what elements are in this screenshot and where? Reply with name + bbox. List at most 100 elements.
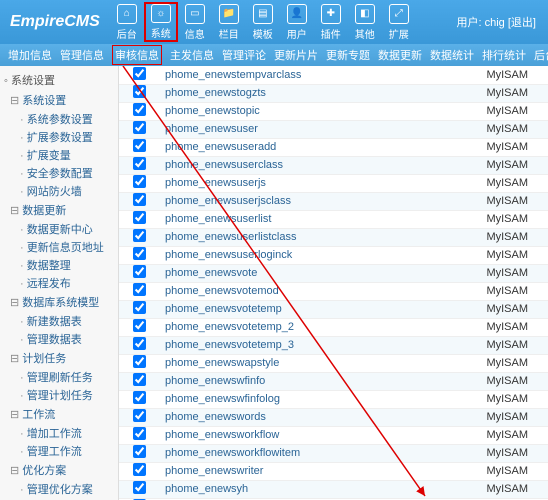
subbar-item-4[interactable]: 管理评论: [222, 47, 266, 63]
row-checkbox[interactable]: [133, 301, 146, 314]
subbar-item-3[interactable]: 主发信息: [170, 47, 214, 63]
row-checkbox[interactable]: [133, 247, 146, 260]
topnav-other[interactable]: ◧其他: [348, 2, 382, 42]
engine-cell: MyISAM: [442, 300, 548, 318]
row-checkbox[interactable]: [133, 211, 146, 224]
row-checkbox[interactable]: [133, 121, 146, 134]
row-checkbox[interactable]: [133, 175, 146, 188]
table-name-cell[interactable]: phome_enewsvotetemp_2: [159, 318, 442, 336]
table-name-cell[interactable]: phome_enewsvotetemp: [159, 300, 442, 318]
table-name-cell[interactable]: phome_enewsworkflow: [159, 426, 442, 444]
row-checkbox[interactable]: [133, 463, 146, 476]
table-name-cell[interactable]: phome_enewswfinfolog: [159, 390, 442, 408]
tree-item-1-2[interactable]: 数据整理: [0, 256, 118, 274]
tree-item-0-1[interactable]: 扩展参数设置: [0, 128, 118, 146]
subbar-item-6[interactable]: 更新专题: [326, 47, 370, 63]
topnav-extend[interactable]: ⤢扩展: [382, 2, 416, 42]
logout-link[interactable]: [退出]: [508, 17, 536, 29]
row-checkbox[interactable]: [133, 373, 146, 386]
row-checkbox[interactable]: [133, 409, 146, 422]
topnav-info[interactable]: ▭信息: [178, 2, 212, 42]
table-name-cell[interactable]: phome_enewswriter: [159, 462, 442, 480]
row-checkbox[interactable]: [133, 355, 146, 368]
row-checkbox[interactable]: [133, 265, 146, 278]
tree-item-2-0[interactable]: 新建数据表: [0, 312, 118, 330]
subbar-item-0[interactable]: 增加信息: [8, 47, 52, 63]
table-name-cell[interactable]: phome_enewsvotemod: [159, 282, 442, 300]
table-name-cell[interactable]: phome_enewstempvarclass: [159, 66, 442, 84]
row-checkbox[interactable]: [133, 391, 146, 404]
subbar-item-7[interactable]: 数据更新: [378, 47, 422, 63]
table-name-cell[interactable]: phome_enewswapstyle: [159, 354, 442, 372]
tree-item-2-1[interactable]: 管理数据表: [0, 330, 118, 348]
table-name-cell[interactable]: phome_enewsuser: [159, 120, 442, 138]
table-name-cell[interactable]: phome_enewsuserlist: [159, 210, 442, 228]
subbar-item-1[interactable]: 管理信息: [60, 47, 104, 63]
column-icon: 📁: [219, 4, 239, 24]
tree-group-4[interactable]: 工作流: [0, 404, 118, 424]
tree-item-5-0[interactable]: 管理优化方案: [0, 480, 118, 498]
tree-item-3-0[interactable]: 管理刷新任务: [0, 368, 118, 386]
row-checkbox[interactable]: [133, 319, 146, 332]
table-name-cell[interactable]: phome_enewsworkflowitem: [159, 444, 442, 462]
table-name-cell[interactable]: phome_enewstopic: [159, 102, 442, 120]
subbar-item-9[interactable]: 排行统计: [482, 47, 526, 63]
topnav-plugin[interactable]: ✚插件: [314, 2, 348, 42]
tree-item-4-0[interactable]: 增加工作流: [0, 424, 118, 442]
tree-item-3-1[interactable]: 管理计划任务: [0, 386, 118, 404]
table-name-cell[interactable]: phome_enewsuserlistclass: [159, 228, 442, 246]
tree-group-1[interactable]: 数据更新: [0, 200, 118, 220]
table-row: phome_enewswordsMyISAM: [119, 408, 548, 426]
user-link[interactable]: chig: [485, 17, 505, 29]
engine-cell: MyISAM: [442, 318, 548, 336]
subbar-item-8[interactable]: 数据统计: [430, 47, 474, 63]
row-checkbox[interactable]: [133, 157, 146, 170]
table-name-cell[interactable]: phome_enewsuserloginck: [159, 246, 442, 264]
tree-item-1-3[interactable]: 远程发布: [0, 274, 118, 292]
subbar-item-5[interactable]: 更新片片: [274, 47, 318, 63]
tree-item-0-4[interactable]: 网站防火墙: [0, 182, 118, 200]
topnav-home[interactable]: ⌂后台: [110, 2, 144, 42]
row-checkbox[interactable]: [133, 481, 146, 494]
table-name-cell[interactable]: phome_enewsuserjs: [159, 174, 442, 192]
tree-item-4-1[interactable]: 管理工作流: [0, 442, 118, 460]
info-icon: ▭: [185, 4, 205, 24]
tree-item-1-1[interactable]: 更新信息页地址: [0, 238, 118, 256]
tree-item-0-0[interactable]: 系统参数设置: [0, 110, 118, 128]
table-name-cell[interactable]: phome_enewsvotetemp_3: [159, 336, 442, 354]
table-name-cell[interactable]: phome_enewsyh: [159, 480, 442, 498]
tree-group-2[interactable]: 数据库系统模型: [0, 292, 118, 312]
tree-group-0[interactable]: 系统设置: [0, 90, 118, 110]
row-checkbox[interactable]: [133, 139, 146, 152]
topnav-column[interactable]: 📁栏目: [212, 2, 246, 42]
table-name-cell[interactable]: phome_enewswfinfo: [159, 372, 442, 390]
table-name-cell[interactable]: phome_enewsvote: [159, 264, 442, 282]
tree-item-0-3[interactable]: 安全参数配置: [0, 164, 118, 182]
row-checkbox[interactable]: [133, 85, 146, 98]
row-checkbox[interactable]: [133, 103, 146, 116]
subbar-item-2[interactable]: 审核信息: [112, 45, 162, 65]
table-name-cell[interactable]: phome_enewsuseradd: [159, 138, 442, 156]
engine-cell: MyISAM: [442, 408, 548, 426]
tree-item-0-2[interactable]: 扩展变量: [0, 146, 118, 164]
subbar-item-10[interactable]: 后台首页: [534, 47, 548, 63]
row-checkbox[interactable]: [133, 445, 146, 458]
table-row: phome_enewsuserlistclassMyISAM: [119, 228, 548, 246]
tree-group-3[interactable]: 计划任务: [0, 348, 118, 368]
topnav-template[interactable]: ▤模板: [246, 2, 280, 42]
row-checkbox[interactable]: [133, 229, 146, 242]
table-name-cell[interactable]: phome_enewsuserjsclass: [159, 192, 442, 210]
table-name-cell[interactable]: phome_enewswords: [159, 408, 442, 426]
topnav-user[interactable]: 👤用户: [280, 2, 314, 42]
table-name-cell[interactable]: phome_enewstogzts: [159, 84, 442, 102]
topnav-system[interactable]: ☼系统: [144, 2, 178, 42]
table-name-cell[interactable]: phome_enewsuserclass: [159, 156, 442, 174]
tree-group-5[interactable]: 优化方案: [0, 460, 118, 480]
tree-item-1-0[interactable]: 数据更新中心: [0, 220, 118, 238]
row-checkbox[interactable]: [133, 337, 146, 350]
row-checkbox[interactable]: [133, 67, 146, 80]
row-checkbox[interactable]: [133, 193, 146, 206]
row-checkbox[interactable]: [133, 283, 146, 296]
engine-cell: MyISAM: [442, 462, 548, 480]
row-checkbox[interactable]: [133, 427, 146, 440]
